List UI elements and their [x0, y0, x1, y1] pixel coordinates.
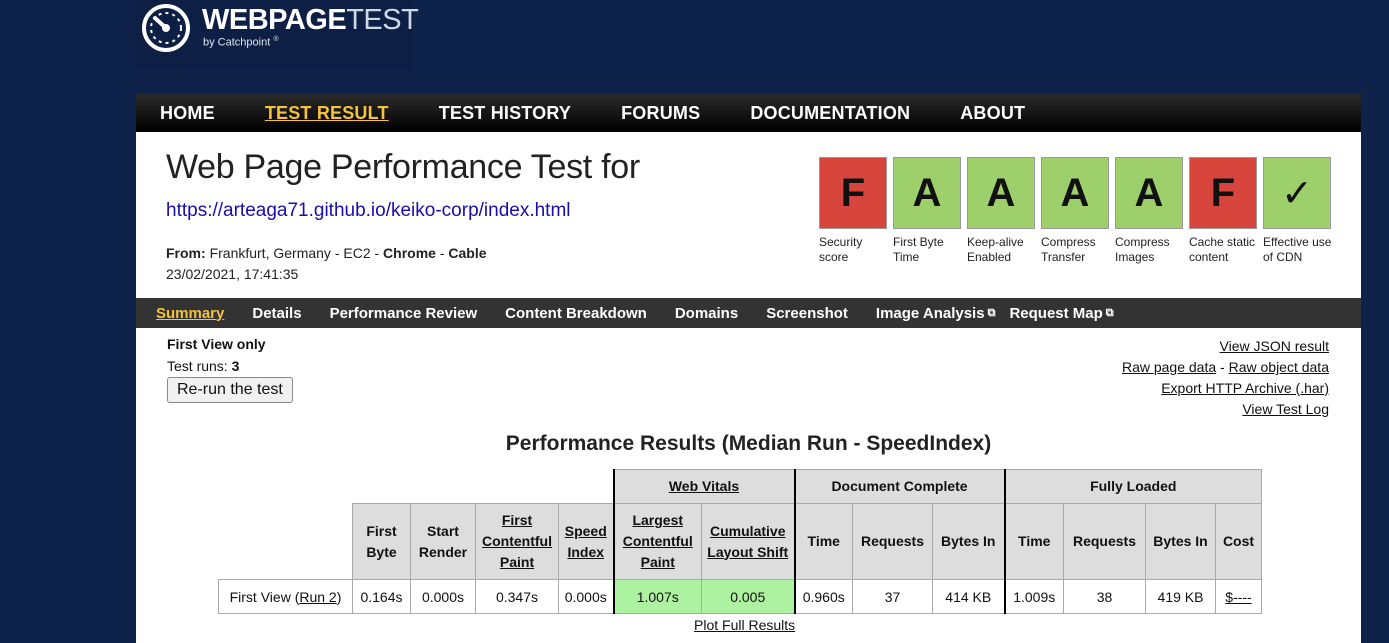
tab-screenshot[interactable]: Screenshot	[766, 305, 848, 322]
run-2-link[interactable]: Run 2	[299, 589, 336, 605]
grade-value: A	[967, 157, 1035, 229]
cell-start-render: 0.000s	[410, 579, 476, 614]
nav-forums[interactable]: FORUMS	[621, 103, 700, 124]
tab-summary[interactable]: Summary	[156, 305, 224, 322]
col-lcp[interactable]: Largest Contentful Paint	[612, 503, 702, 580]
page-title: Web Page Performance Test for	[166, 148, 640, 186]
col-first-byte: First Byte	[352, 503, 411, 580]
cell-fl-bytes: 419 KB	[1145, 579, 1216, 614]
cell-first-byte: 0.164s	[352, 579, 411, 614]
test-date: 23/02/2021, 17:41:35	[166, 266, 299, 282]
grade-label: Effective use of CDN	[1263, 235, 1332, 264]
col-fl-bytes-in: Bytes In	[1145, 503, 1216, 580]
grade-security[interactable]: F Security score	[819, 157, 893, 265]
tab-details[interactable]: Details	[252, 305, 301, 322]
grade-compress-images[interactable]: A Compress Images	[1115, 157, 1189, 265]
col-cls[interactable]: Cumulative Layout Shift	[701, 503, 796, 580]
result-tabs: Summary Details Performance Review Conte…	[136, 298, 1361, 328]
performance-results-heading: Performance Results (Median Run - SpeedI…	[505, 432, 992, 455]
webpagetest-logo[interactable]: WEBPAGETEST by Catchpoint ®	[136, 0, 419, 70]
col-dc-requests: Requests	[852, 503, 933, 580]
grade-value: A	[1041, 157, 1109, 229]
grade-value: A	[893, 157, 961, 229]
grade-keep-alive[interactable]: A Keep-alive Enabled	[967, 157, 1041, 265]
table-row: First View (Run 2) 0.164s 0.000s 0.347s …	[218, 579, 1262, 614]
cell-cost[interactable]: $----	[1215, 579, 1262, 614]
tab-image-analysis[interactable]: Image Analysis ⧉	[876, 305, 996, 322]
export-links: View JSON result Raw page data - Raw obj…	[1121, 338, 1329, 417]
external-link-icon: ⧉	[1105, 306, 1114, 319]
cell-speed-index: 0.000s	[558, 579, 614, 614]
results-panel: Web Page Performance Test for https://ar…	[136, 132, 1361, 643]
test-runs: Test runs: 3	[167, 358, 240, 374]
logo-wordmark: WEBPAGETEST	[202, 4, 419, 36]
web-vitals-header[interactable]: Web Vitals	[612, 469, 796, 504]
grade-cdn[interactable]: ✓ Effective use of CDN	[1263, 157, 1337, 265]
test-location: From: Frankfurt, Germany - EC2 - Chrome …	[166, 245, 487, 261]
tab-domains[interactable]: Domains	[675, 305, 738, 322]
first-view-only-label: First View only	[167, 336, 266, 352]
grade-compress-transfer[interactable]: A Compress Transfer	[1041, 157, 1115, 265]
nav-test-history[interactable]: TEST HISTORY	[439, 103, 571, 124]
col-speed-index[interactable]: Speed Index	[558, 503, 614, 580]
grade-first-byte[interactable]: A First Byte Time	[893, 157, 967, 265]
external-link-icon: ⧉	[987, 306, 996, 319]
col-fl-requests: Requests	[1063, 503, 1146, 580]
export-har-link[interactable]: Export HTTP Archive (.har)	[1161, 380, 1329, 396]
grade-value: F	[819, 157, 887, 229]
col-cost: Cost	[1215, 503, 1262, 580]
tab-content-breakdown[interactable]: Content Breakdown	[505, 305, 647, 322]
col-dc-time: Time	[794, 503, 853, 580]
raw-object-data-link[interactable]: Raw object data	[1229, 359, 1329, 375]
view-test-log-link[interactable]: View Test Log	[1242, 401, 1329, 417]
fully-loaded-header: Fully Loaded	[1004, 469, 1262, 504]
view-json-link[interactable]: View JSON result	[1220, 338, 1329, 354]
nav-home[interactable]: HOME	[160, 103, 215, 124]
plot-full-results-link[interactable]: Plot Full Results	[694, 617, 795, 633]
grade-summary: F Security score A First Byte Time A Kee…	[819, 157, 1337, 265]
cell-dc-requests: 37	[852, 579, 933, 614]
speedometer-icon	[142, 4, 190, 52]
col-start-render: Start Render	[410, 503, 476, 580]
grade-value: A	[1115, 157, 1183, 229]
performance-results-table: Web Vitals Document Complete Fully Loade…	[218, 469, 1262, 614]
col-fl-time: Time	[1004, 503, 1064, 580]
grade-label: First Byte Time	[893, 235, 944, 264]
grade-label: Keep-alive Enabled	[967, 235, 1024, 264]
grade-label: Cache static content	[1189, 235, 1256, 264]
nav-about[interactable]: ABOUT	[960, 103, 1025, 124]
main-navigation: HOME TEST RESULT TEST HISTORY FORUMS DOC…	[136, 94, 1361, 132]
nav-test-result[interactable]: TEST RESULT	[265, 103, 389, 124]
cell-dc-bytes: 414 KB	[932, 579, 1006, 614]
tab-request-map[interactable]: Request Map ⧉	[1009, 305, 1113, 322]
checkmark-icon: ✓	[1263, 157, 1331, 229]
nav-documentation[interactable]: DOCUMENTATION	[750, 103, 910, 124]
tested-url-link[interactable]: https://arteaga71.github.io/keiko-corp/i…	[166, 200, 571, 222]
tab-performance-review[interactable]: Performance Review	[330, 305, 478, 322]
grade-label: Compress Transfer	[1041, 235, 1096, 264]
row-label: First View (Run 2)	[218, 579, 353, 614]
grade-label: Compress Images	[1115, 235, 1170, 264]
cell-cls: 0.005	[701, 579, 796, 614]
document-complete-header: Document Complete	[794, 469, 1006, 504]
cell-fl-requests: 38	[1063, 579, 1146, 614]
cell-dc-time: 0.960s	[794, 579, 853, 614]
cell-lcp: 1.007s	[612, 579, 702, 614]
cell-fl-time: 1.009s	[1004, 579, 1064, 614]
grade-cache-static[interactable]: F Cache static content	[1189, 157, 1263, 265]
col-dc-bytes-in: Bytes In	[932, 503, 1006, 580]
grade-label: Security score	[819, 235, 863, 264]
col-first-contentful-paint[interactable]: First Contentful Paint	[475, 503, 559, 580]
grade-value: F	[1189, 157, 1257, 229]
cost-link[interactable]: $----	[1225, 589, 1251, 605]
raw-page-data-link[interactable]: Raw page data	[1122, 359, 1216, 375]
rerun-test-button[interactable]: Re-run the test	[167, 377, 293, 403]
cell-fcp: 0.347s	[475, 579, 559, 614]
logo-subtitle: by Catchpoint ®	[203, 36, 279, 49]
